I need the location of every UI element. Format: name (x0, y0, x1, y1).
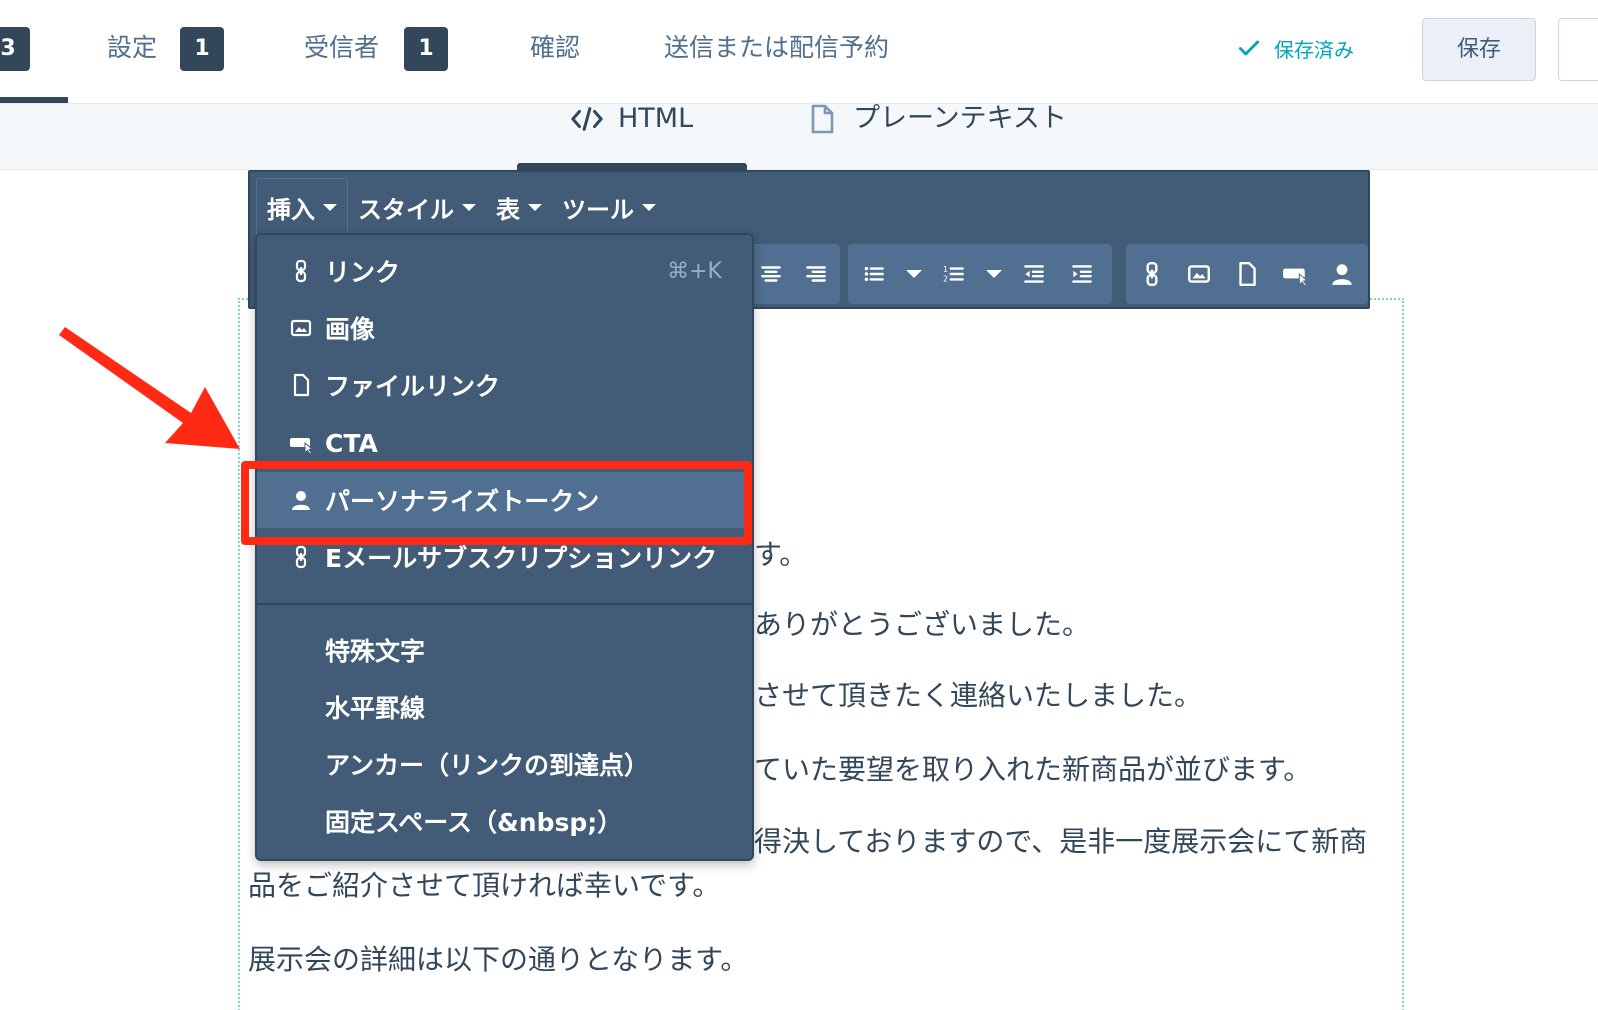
menu-item-anchor-label: アンカー（リンクの到達点） (325, 751, 650, 780)
menu-item-nonbreaking-space[interactable]: 固定スペース（&nbsp;） (257, 793, 752, 849)
menu-divider (257, 603, 752, 605)
step-recipients[interactable]: 受信者 (304, 30, 379, 66)
menu-tools[interactable]: ツール (552, 178, 666, 236)
image-icon[interactable] (1184, 258, 1216, 290)
insert-dropdown-menu: リンク ⌘+K 画像 ファイルリンク CTA パーソナライズトークン Eメールサ… (255, 233, 754, 861)
chevron-down-icon (528, 203, 542, 211)
step-recipients-badge: 1 (404, 27, 448, 71)
bulleted-list-options-icon[interactable] (906, 270, 922, 278)
body-text-line: ていた要望を取り入れた新商品が並びます。 (754, 753, 1312, 786)
personalize-icon[interactable] (1326, 258, 1358, 290)
body-text-line: させて頂きたく連絡いたしました。 (754, 679, 1203, 712)
link-icon (287, 543, 315, 571)
svg-text:1: 1 (943, 265, 948, 274)
toolbar-menu-row: 挿入 スタイル 表 ツール (256, 176, 666, 238)
tab-plain-text[interactable]: プレーンテキスト (805, 104, 1067, 170)
body-text-line: ありがとうございました。 (754, 608, 1091, 641)
indent-icon[interactable] (1066, 258, 1098, 290)
file-icon[interactable] (1231, 258, 1263, 290)
list-group: 12 (848, 244, 1112, 304)
tab-plain-text-label: プレーンテキスト (853, 103, 1067, 134)
step-review[interactable]: 確認 (530, 30, 580, 66)
step-settings[interactable]: 設定 (107, 30, 157, 66)
email-editor-screen: 3 設定 1 受信者 1 確認 送信または配信予約 保存済み 保存 HTML プ… (0, 0, 1598, 1010)
image-icon (287, 314, 315, 342)
link-icon (287, 257, 315, 285)
bulleted-list-icon[interactable] (858, 258, 890, 290)
step-settings-badge: 1 (180, 27, 224, 71)
top-navigation: 3 設定 1 受信者 1 確認 送信または配信予約 保存済み 保存 (0, 0, 1598, 104)
menu-item-image[interactable]: 画像 (257, 300, 752, 356)
menu-item-file-link-label: ファイルリンク (325, 372, 501, 401)
chevron-down-icon (323, 203, 337, 211)
menu-item-special-characters-label: 特殊文字 (325, 637, 426, 666)
body-text-line: す。 (754, 538, 808, 571)
menu-item-nonbreaking-space-label: 固定スペース（&nbsp;） (325, 808, 623, 837)
cta-icon[interactable] (1279, 258, 1311, 290)
saved-status-label: 保存済み (1274, 37, 1354, 62)
code-icon (571, 107, 603, 131)
chevron-down-icon (462, 203, 476, 211)
tab-html[interactable]: HTML (570, 104, 693, 170)
menu-item-horizontal-rule[interactable]: 水平罫線 (257, 679, 752, 735)
active-step-indicator (0, 97, 68, 103)
menu-item-image-label: 画像 (325, 315, 376, 344)
align-center-icon[interactable] (757, 258, 786, 290)
saved-status: 保存済み (1236, 32, 1354, 64)
menu-tools-label: ツール (562, 195, 634, 224)
annotation-arrow-icon (59, 327, 240, 449)
tab-html-label: HTML (618, 103, 694, 134)
cta-icon (287, 429, 315, 457)
annotation-highlight-box (241, 461, 752, 545)
menu-item-link[interactable]: リンク ⌘+K (257, 243, 752, 299)
numbered-list-options-icon[interactable] (986, 270, 1002, 278)
outdent-icon[interactable] (1018, 258, 1050, 290)
menu-item-horizontal-rule-label: 水平罫線 (325, 694, 426, 723)
menu-item-anchor[interactable]: アンカー（リンクの到達点） (257, 736, 752, 792)
menu-item-file-link[interactable]: ファイルリンク (257, 357, 752, 413)
align-right-icon[interactable] (802, 258, 831, 290)
document-icon (811, 104, 834, 134)
body-text-line: 展示会の詳細は以下の通りとなります。 (248, 943, 749, 976)
menu-insert-label: 挿入 (267, 195, 315, 224)
next-button[interactable] (1558, 18, 1598, 81)
current-step-badge[interactable]: 3 (0, 27, 30, 71)
menu-item-link-label: リンク (325, 258, 401, 287)
menu-insert[interactable]: 挿入 (256, 178, 348, 236)
checkmark-icon (1238, 40, 1260, 56)
chevron-down-icon (642, 203, 656, 211)
menu-table-label: 表 (496, 195, 520, 224)
menu-item-cta-label: CTA (325, 428, 378, 458)
menu-style[interactable]: スタイル (348, 178, 486, 236)
svg-text:2: 2 (943, 275, 948, 284)
menu-item-special-characters[interactable]: 特殊文字 (257, 622, 752, 678)
editor-mode-tabs: HTML プレーンテキスト (0, 104, 1598, 170)
step-send-schedule[interactable]: 送信または配信予約 (664, 30, 889, 66)
save-button[interactable]: 保存 (1422, 18, 1536, 81)
file-icon (287, 371, 315, 399)
menu-style-label: スタイル (358, 195, 454, 224)
menu-table[interactable]: 表 (486, 178, 552, 236)
numbered-list-icon[interactable]: 12 (938, 258, 970, 290)
link-shortcut: ⌘+K (667, 258, 722, 284)
body-text-line: 品をご紹介させて頂ければ幸いです。 (248, 869, 721, 902)
link-icon[interactable] (1136, 258, 1168, 290)
insert-group (1126, 244, 1368, 304)
body-text-line: 得決しておりますので、是非一度展示会にて新商 (754, 825, 1368, 858)
